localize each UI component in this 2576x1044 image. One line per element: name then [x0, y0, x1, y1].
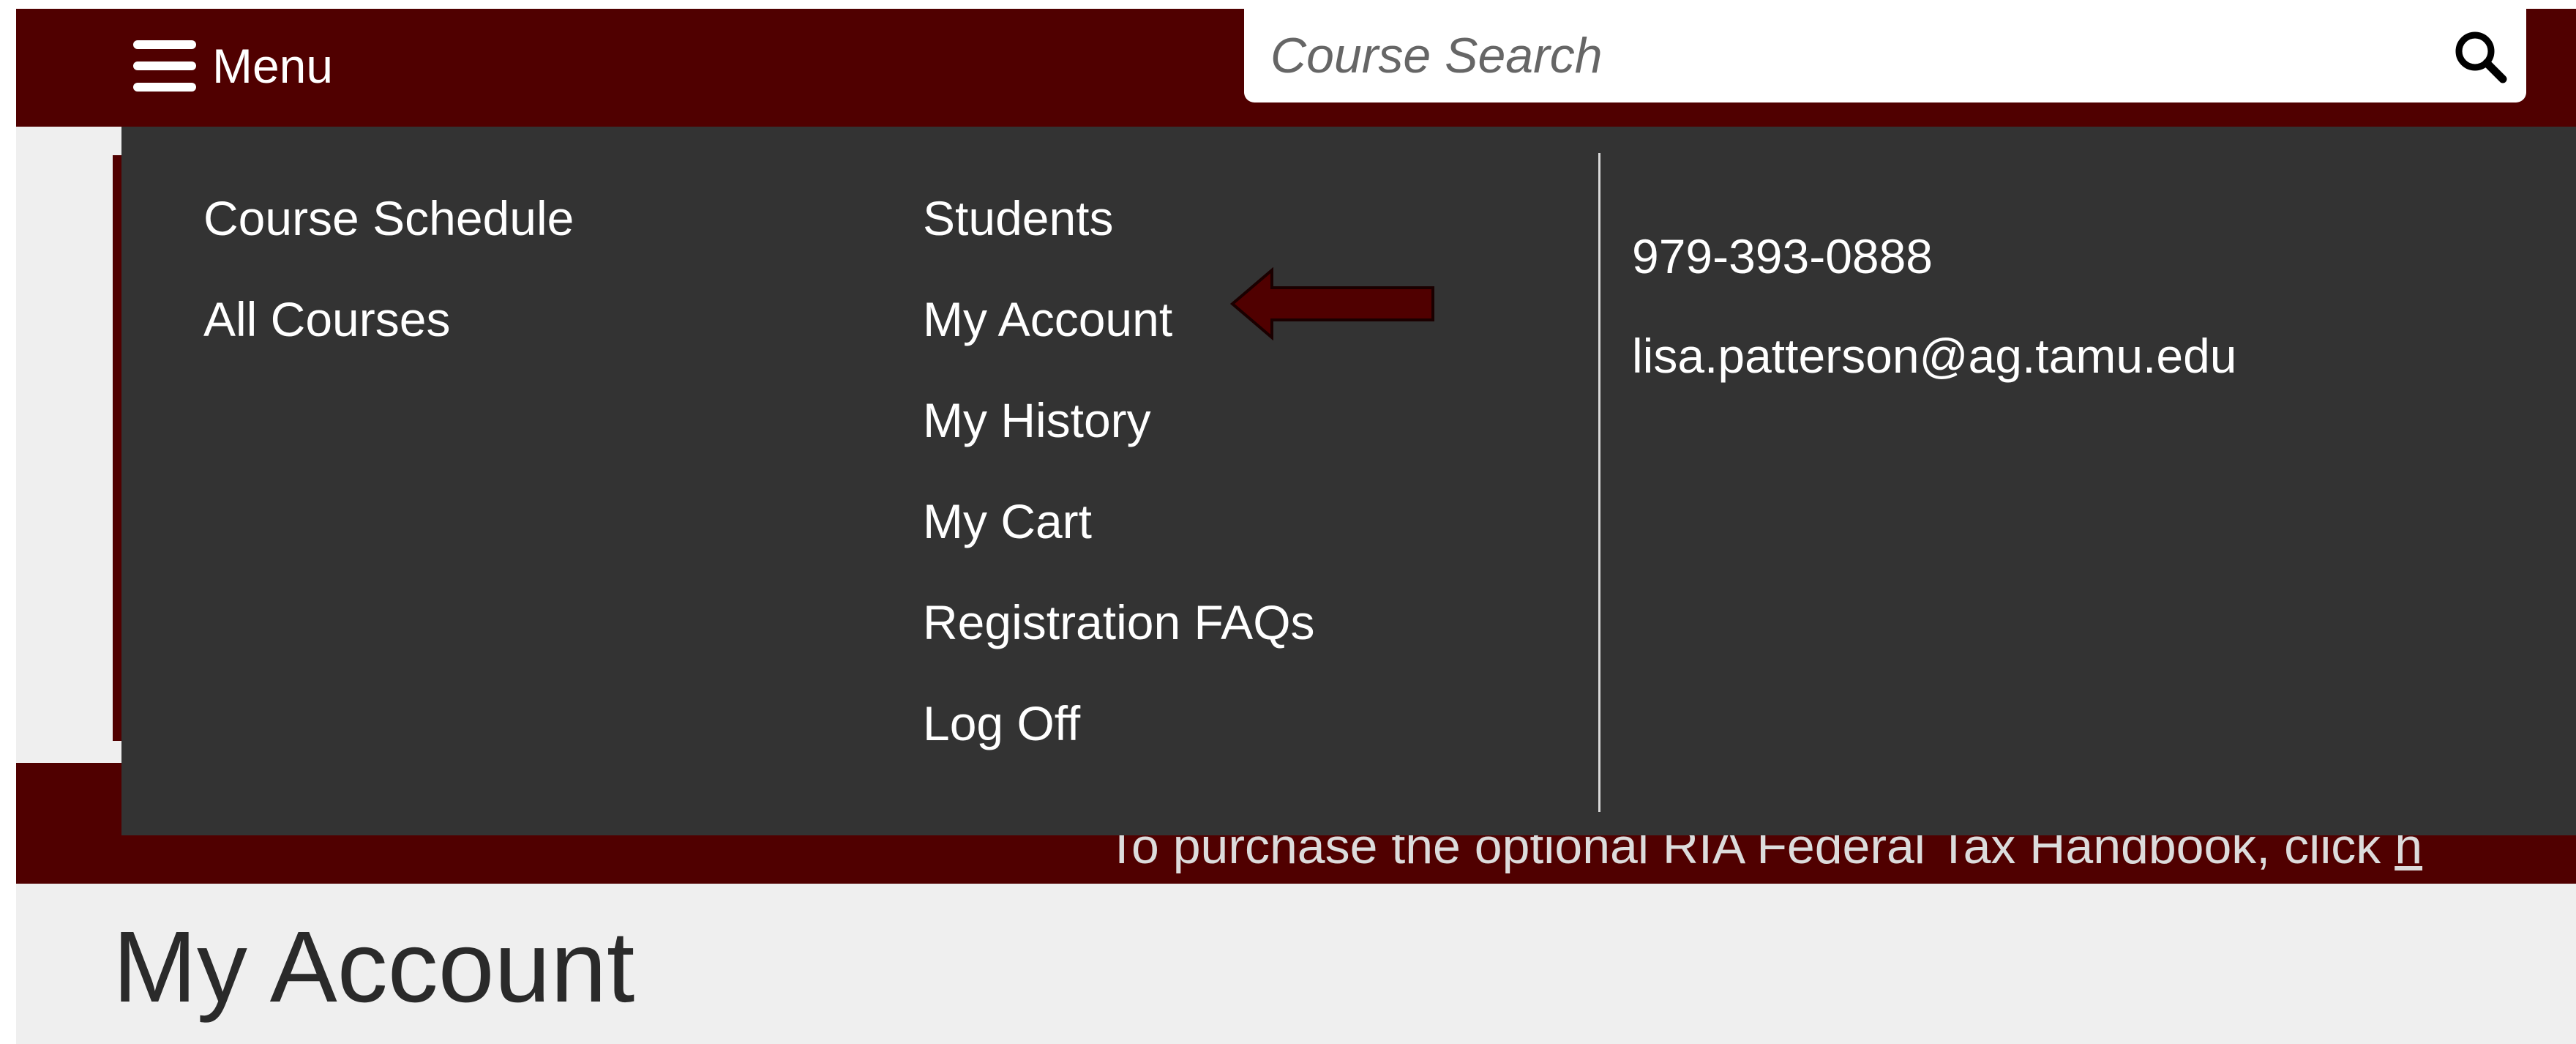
page-title: My Account — [113, 911, 635, 1024]
nav-link-log-off[interactable]: Log Off — [923, 699, 1080, 747]
search-bar — [1244, 9, 2526, 102]
search-input[interactable] — [1244, 9, 2405, 102]
nav-link-students[interactable]: Students — [923, 194, 1114, 242]
app-frame: Menu To purchase the optional RIA Federa… — [16, 9, 2576, 1044]
menu-button[interactable]: Menu — [133, 29, 333, 102]
left-arrow-icon — [1229, 267, 1434, 340]
courses-nav-column: Course Schedule All Courses — [203, 194, 574, 396]
nav-link-registration-faqs[interactable]: Registration FAQs — [923, 598, 1315, 646]
list-item: Registration FAQs — [923, 598, 1315, 699]
list-item: Log Off — [923, 699, 1315, 800]
list-item: All Courses — [203, 295, 574, 396]
contact-phone-link[interactable]: 979-393-0888 — [1632, 232, 2236, 280]
menu-label: Menu — [212, 39, 334, 93]
contact-email-link[interactable]: lisa.patterson@ag.tamu.edu — [1632, 332, 2236, 380]
list-item: My History — [923, 396, 1315, 497]
menu-dropdown: Course Schedule All Courses Students My … — [121, 127, 2576, 835]
list-item: My Cart — [923, 497, 1315, 598]
column-divider — [1598, 153, 1600, 812]
top-navbar: Menu — [16, 9, 2576, 127]
nav-link-my-cart[interactable]: My Cart — [923, 497, 1092, 545]
hamburger-icon — [133, 40, 196, 92]
search-icon[interactable] — [2449, 25, 2515, 91]
nav-link-all-courses[interactable]: All Courses — [203, 295, 450, 343]
nav-link-my-history[interactable]: My History — [923, 396, 1151, 444]
nav-link-course-schedule[interactable]: Course Schedule — [203, 194, 574, 242]
list-item: Course Schedule — [203, 194, 574, 295]
nav-link-my-account[interactable]: My Account — [923, 295, 1172, 343]
contact-info: 979-393-0888 lisa.patterson@ag.tamu.edu — [1632, 232, 2236, 380]
